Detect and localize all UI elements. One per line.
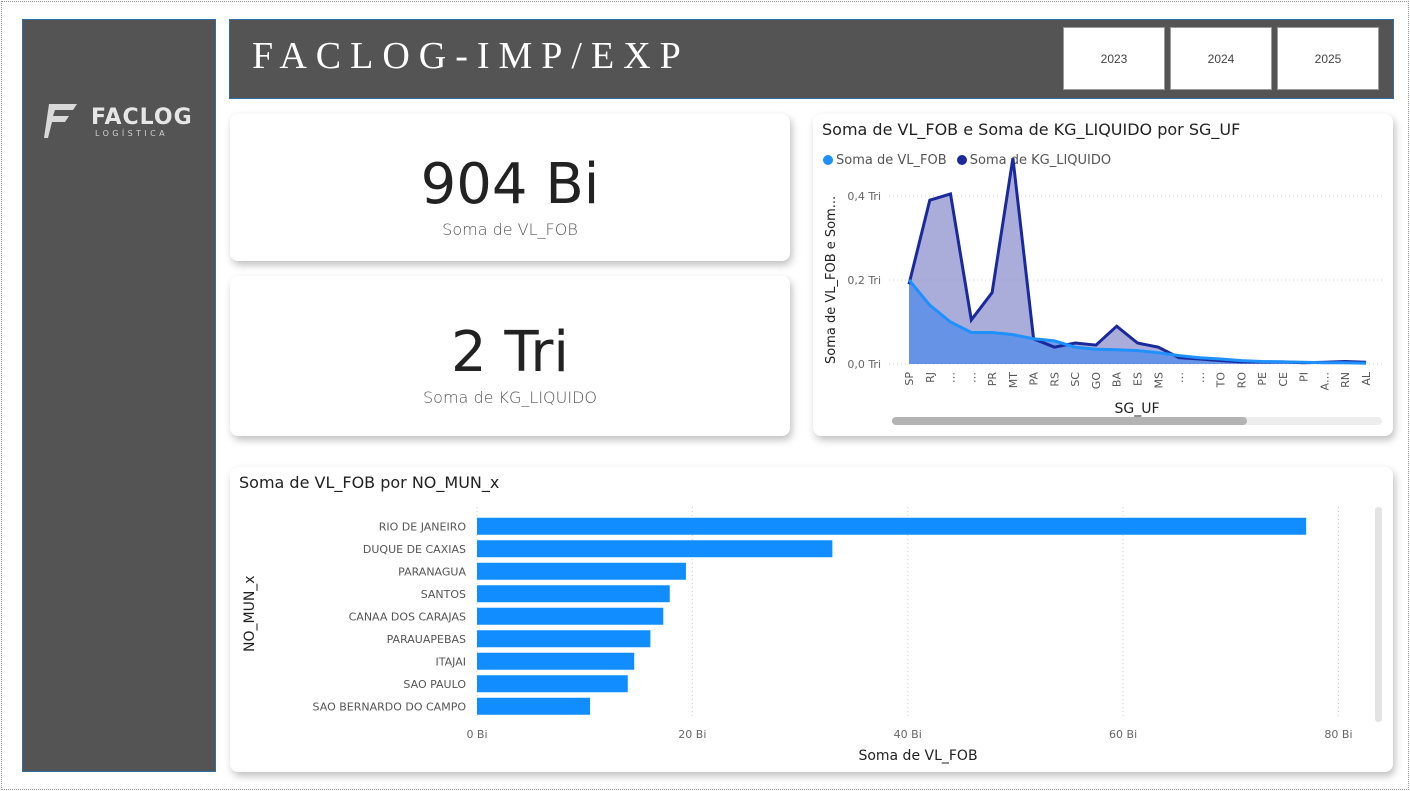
bar-category-label: DUQUE DE CAXIAS — [363, 543, 466, 556]
area-xtick-label: SP — [903, 372, 916, 386]
area-xtick-label: … — [1194, 372, 1207, 383]
area-ytick-label: 0,0 Tri — [847, 358, 881, 371]
bar-xtick-label: 60 Bi — [1109, 728, 1137, 741]
faclog-logo: FACLOG LOGÍSTICA — [44, 104, 193, 138]
area-xtick-label: ES — [1132, 372, 1145, 386]
bar-category-label: SAO BERNARDO DO CAMPO — [313, 700, 467, 713]
area-xtick-label: A… — [1318, 372, 1331, 391]
bar[interactable] — [477, 585, 670, 603]
bar-category-label: SAO PAULO — [403, 678, 466, 691]
bar-category-label: SANTOS — [421, 588, 466, 601]
bar-chart-xlabel: Soma de VL_FOB — [858, 748, 977, 764]
bar-xtick-label: 0 Bi — [466, 728, 487, 741]
bar[interactable] — [477, 652, 635, 670]
bar-category-label: PARANAGUA — [398, 565, 466, 578]
area-ytick-label: 0,2 Tri — [847, 274, 881, 287]
area-ytick-label: 0,4 Tri — [847, 190, 881, 203]
year-button-2023[interactable]: 2023 — [1063, 27, 1165, 90]
area-xtick-label: AL — [1360, 371, 1373, 386]
area-chart-scrollbar-thumb[interactable] — [892, 417, 1247, 425]
year-button-2024[interactable]: 2024 — [1170, 27, 1272, 90]
area-xtick-label: BA — [1111, 372, 1124, 388]
area-xtick-label: RJ — [924, 372, 937, 383]
bar-chart-plot: RIO DE JANEIRO DUQUE DE CAXIAS PARANAGUA SA… — [242, 507, 1382, 764]
kpi-card-vl-fob: 904 Bi Soma de VL_FOB — [230, 114, 790, 261]
area-xtick-label: TO — [1215, 372, 1228, 389]
year-button-2025[interactable]: 2025 — [1277, 27, 1379, 90]
area-xtick-label: PE — [1256, 372, 1269, 386]
bar[interactable] — [477, 630, 651, 648]
bar[interactable] — [477, 562, 686, 580]
header-bar: FACLOG-IMP/EXP 2023 2024 2025 — [229, 19, 1394, 99]
page-title: FACLOG-IMP/EXP — [252, 35, 690, 77]
area-chart-plot: 0,0 Tri 0,2 Tri 0,4 Tri SP RJ … … PR MT PA RS SC GO… — [824, 157, 1383, 425]
kpi-value-vl-fob: 904 Bi — [420, 152, 600, 217]
area-xtick-label: … — [1173, 372, 1186, 383]
kpi-card-kg-liquido: 2 Tri Soma de KG_LIQUIDO — [230, 276, 790, 436]
bar-category-label: RIO DE JANEIRO — [379, 520, 467, 533]
bar-xtick-label: 80 Bi — [1324, 728, 1352, 741]
area-xtick-label: MT — [1007, 372, 1020, 388]
area-chart-xlabel: SG_UF — [1114, 401, 1159, 417]
bar[interactable] — [477, 517, 1307, 535]
area-chart-ylabel: Soma de VL_FOB e Som... — [824, 196, 839, 364]
bar-category-label: ITAJAI — [436, 655, 466, 668]
bar[interactable] — [477, 607, 664, 625]
area-xtick-label: … — [945, 372, 958, 383]
bar-chart-ylabel: NO_MUN_x — [242, 575, 258, 652]
bar-xtick-label: 20 Bi — [678, 728, 706, 741]
area-xtick-label: PR — [986, 372, 999, 387]
kpi-label-vl-fob: Soma de VL_FOB — [442, 220, 578, 239]
bar-xtick-label: 40 Bi — [894, 728, 922, 741]
bar-category-label: CANAA DOS CARAJAS — [349, 610, 466, 623]
kpi-value-kg-liquido: 2 Tri — [451, 320, 569, 385]
area-xtick-label: SC — [1069, 372, 1082, 387]
area-xtick-label: … — [965, 372, 978, 383]
bar[interactable] — [477, 697, 591, 715]
area-xtick-label: RS — [1048, 372, 1061, 387]
bar[interactable] — [477, 675, 628, 693]
area-xtick-label: RO — [1235, 372, 1248, 389]
logo-name: FACLOG — [91, 105, 193, 130]
area-chart-card: Soma de VL_FOB e Soma de KG_LIQUIDO por … — [813, 114, 1393, 436]
area-xtick-label: PA — [1028, 372, 1041, 386]
logo-tagline: LOGÍSTICA — [95, 127, 168, 138]
area-xtick-label: MS — [1152, 372, 1165, 388]
sidebar: FACLOG LOGÍSTICA — [22, 19, 216, 772]
bar-chart-card: Soma de VL_FOB por NO_MUN_x RIO DE JANEI… — [230, 467, 1393, 772]
area-xtick-label: CE — [1277, 372, 1290, 387]
kpi-label-kg-liquido: Soma de KG_LIQUIDO — [423, 388, 597, 407]
bar-chart-scrollbar[interactable] — [1375, 507, 1382, 722]
bar[interactable] — [477, 540, 833, 558]
bar-category-label: PARAUAPEBAS — [387, 633, 466, 646]
area-xtick-label: RN — [1339, 372, 1352, 388]
area-xtick-label: GO — [1090, 372, 1103, 390]
area-xtick-label: PI — [1298, 372, 1311, 382]
